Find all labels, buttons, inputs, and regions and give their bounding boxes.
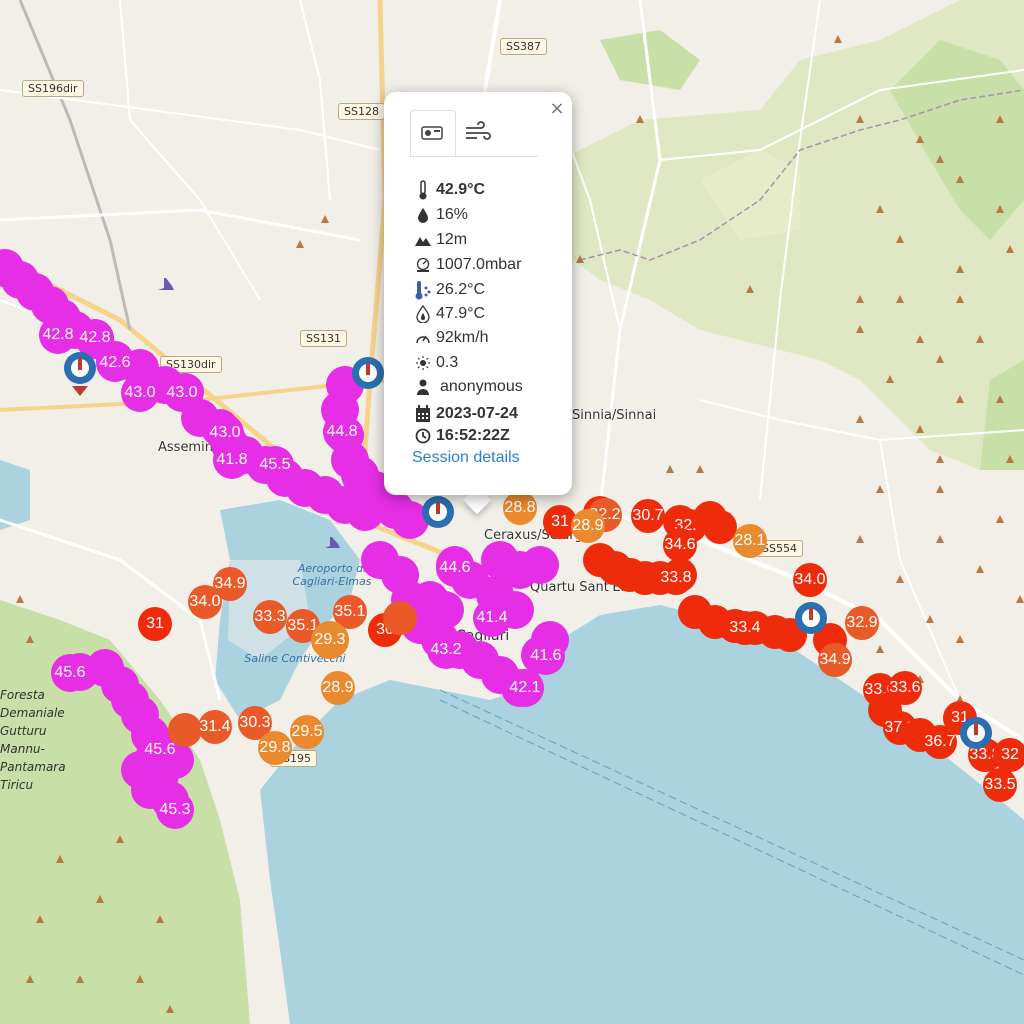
measurement-marker[interactable]: 41.8 — [213, 441, 251, 479]
measurement-marker[interactable]: 41.4 — [473, 599, 511, 637]
measurement-marker[interactable] — [383, 601, 417, 635]
measurement-marker[interactable]: 43.2 — [427, 631, 465, 669]
popup-row-time: 16:52:22Z — [414, 425, 510, 447]
thermometer-icon — [414, 180, 432, 200]
park-label-line: Pantamara — [0, 760, 66, 774]
clock-icon — [414, 426, 432, 446]
popup-row-dewpoint: 26.2°C — [414, 279, 485, 301]
measurement-marker[interactable]: 28.8 — [503, 491, 537, 525]
popup-row-date: 2023-07-24 — [414, 403, 518, 425]
tab-wind[interactable] — [456, 110, 500, 154]
sun-icon — [414, 353, 432, 373]
user-value: anonymous — [440, 378, 523, 395]
measurement-marker[interactable]: 45.6 — [51, 654, 89, 692]
map-pin-icon[interactable] — [62, 350, 98, 396]
measurement-marker[interactable]: 43.0 — [121, 374, 159, 412]
user-icon — [414, 377, 432, 397]
altitude-value: 12m — [436, 231, 468, 248]
map-pin-icon[interactable] — [420, 494, 456, 540]
popup-close-button[interactable]: × — [548, 100, 566, 118]
measurement-marker[interactable]: 42.6 — [96, 344, 134, 382]
measurement-marker[interactable]: 33.8 — [659, 561, 693, 595]
popup-row-uv: 0.3 — [414, 352, 458, 374]
measurement-marker[interactable]: 32.9 — [845, 606, 879, 640]
measurement-marker[interactable] — [426, 591, 464, 629]
popup-row-pressure: 1007.0mbar — [414, 254, 521, 276]
heat-index-value: 47.9°C — [436, 305, 486, 322]
map-pin-icon[interactable] — [793, 600, 829, 646]
road-label-ss387: SS387 — [500, 38, 547, 55]
park-label-line: Gutturu — [0, 724, 47, 738]
barometer-icon — [414, 255, 432, 275]
measurement-marker[interactable]: 34.0 — [793, 563, 827, 597]
measurement-marker[interactable] — [521, 546, 559, 584]
park-label-line: Mannu- — [0, 742, 45, 756]
dew-point-icon — [414, 280, 432, 300]
park-label-forest: Foresta Demaniale Gutturu Mannu- Pantama… — [0, 686, 66, 794]
session-details-link[interactable]: Session details — [412, 449, 520, 467]
measurement-marker[interactable]: 42.8 — [39, 316, 77, 354]
measurement-marker[interactable]: 43.0 — [163, 374, 201, 412]
park-label-line: Tiricu — [0, 778, 34, 792]
time-value: 16:52:22Z — [436, 427, 510, 444]
measurement-marker[interactable]: 34.6 — [663, 528, 697, 562]
temperature-value: 42.9°C — [436, 181, 486, 198]
measurement-marker[interactable]: 44.6 — [436, 549, 474, 587]
uv-index-value: 0.3 — [436, 354, 459, 371]
measurement-marker[interactable]: 32 — [993, 738, 1024, 772]
mountain-icon — [414, 230, 432, 250]
road-label-ss196dir: SS196dir — [22, 80, 84, 97]
wind-icon — [466, 121, 491, 140]
measurement-marker[interactable]: 33.4 — [728, 611, 762, 645]
measurement-marker[interactable]: 33.3 — [253, 600, 287, 634]
popup-row-user: anonymous — [414, 376, 523, 398]
popup-row-heatindex: 47.9°C — [414, 303, 485, 325]
measurement-marker[interactable]: 41.6 — [527, 637, 565, 675]
place-label-sinnai: Sinnia/Sinnai — [572, 408, 657, 423]
park-label-line: Demaniale — [0, 706, 65, 720]
measurement-marker[interactable]: 45.5 — [256, 446, 294, 484]
popup-row-wind: 92km/h — [414, 327, 488, 349]
measurement-marker[interactable]: 31.4 — [198, 710, 232, 744]
road-label-ss128: SS128 — [338, 103, 385, 120]
park-label-line: Foresta — [0, 688, 45, 702]
water-label-airport: Aeroporto di Cagliari-Elmas — [292, 562, 372, 588]
popup-tabs — [410, 110, 538, 157]
calendar-icon — [414, 404, 432, 424]
dew-point-value: 26.2°C — [436, 281, 486, 298]
measurement-marker[interactable] — [703, 510, 737, 544]
lake-west — [0, 460, 30, 530]
measurement-marker[interactable]: 44.8 — [323, 413, 361, 451]
humidity-value: 16% — [436, 206, 469, 223]
measurement-marker[interactable]: 33.5 — [983, 768, 1017, 802]
measurement-marker[interactable]: 28.1 — [733, 524, 767, 558]
measurement-marker[interactable]: 28.9 — [571, 509, 605, 543]
pressure-value: 1007.0mbar — [436, 256, 522, 273]
measurement-marker[interactable] — [481, 541, 519, 579]
popup-row-temperature: 42.9°C — [414, 179, 485, 201]
road-label-ss131: SS131 — [300, 330, 347, 347]
measurement-marker[interactable]: 29.5 — [290, 715, 324, 749]
date-value: 2023-07-24 — [436, 405, 518, 422]
measurement-marker[interactable]: 29.3 — [311, 621, 349, 659]
wind-speed-value: 92km/h — [436, 329, 489, 346]
speedometer-icon — [414, 328, 432, 348]
droplet-icon — [414, 205, 432, 225]
flame-drop-icon — [414, 304, 432, 324]
measurement-marker[interactable]: 42.1 — [506, 669, 544, 707]
thermometer-station-icon — [421, 126, 443, 140]
map-pin-icon[interactable] — [350, 355, 386, 401]
measurement-marker[interactable]: 31 — [138, 607, 172, 641]
measurement-marker[interactable]: 34.9 — [818, 643, 852, 677]
map-pin-icon[interactable] — [958, 715, 994, 761]
measurement-marker[interactable]: 28.9 — [321, 671, 355, 705]
tab-station[interactable] — [410, 110, 456, 156]
measurement-marker[interactable]: 34.0 — [188, 585, 222, 619]
measurement-marker[interactable]: 45.3 — [156, 791, 194, 829]
measurement-marker[interactable]: 29.8 — [258, 731, 292, 765]
popup-row-humidity: 16% — [414, 204, 468, 226]
measurement-marker[interactable]: 30.7 — [631, 499, 665, 533]
popup-row-altitude: 12m — [414, 229, 467, 251]
measurement-marker[interactable] — [168, 713, 202, 747]
